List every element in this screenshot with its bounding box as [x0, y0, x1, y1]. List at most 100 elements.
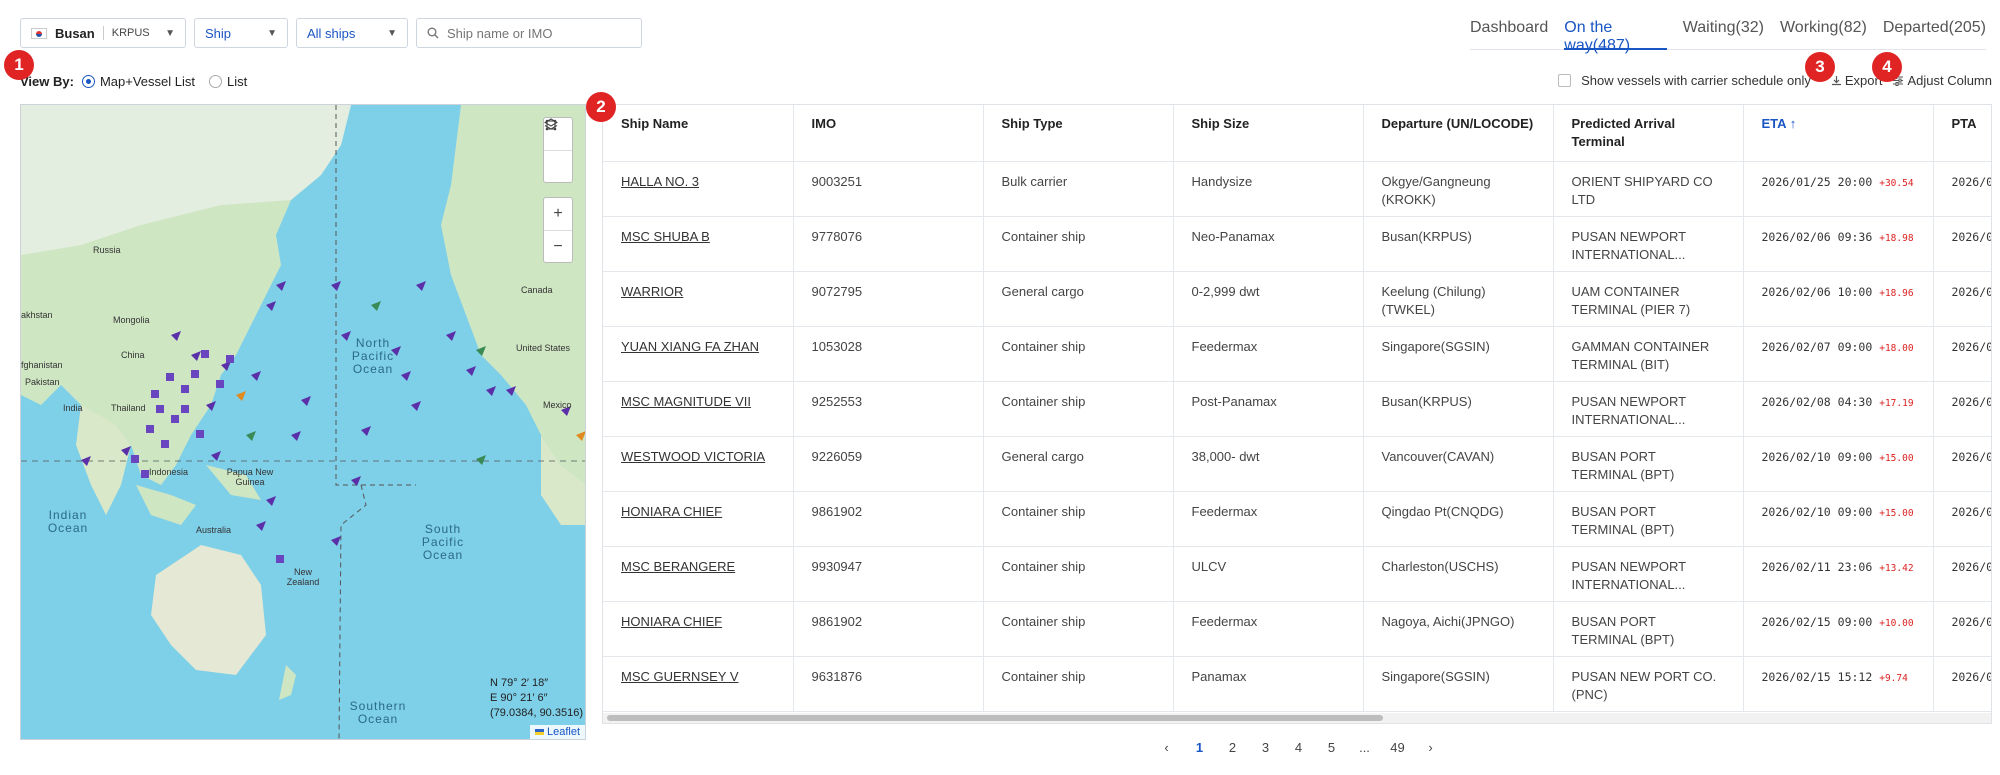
col-ship-size[interactable]: Ship Size	[1173, 105, 1364, 162]
area-select-button[interactable]	[544, 119, 572, 182]
col-departure[interactable]: Departure (UN/LOCODE)	[1363, 105, 1554, 162]
next-page-button[interactable]: ›	[1414, 740, 1447, 755]
map-label-papua-new-guinea: Papua New Guinea	[226, 467, 274, 487]
search-input[interactable]	[447, 25, 627, 41]
imo-cell: 9861902	[793, 601, 984, 657]
departure-cell: Singapore(SGSIN)	[1363, 656, 1554, 712]
ship-size-cell: Feedermax	[1173, 601, 1364, 657]
map-attribution[interactable]: Leaflet	[529, 725, 585, 739]
vessel-map[interactable]: Russia akhstan Mongolia China fghanistan…	[20, 104, 586, 740]
imo-cell: 9778076	[793, 216, 984, 272]
chevron-down-icon: ▼	[387, 27, 397, 39]
table-row[interactable]: WARRIOR 9072795 General cargo 0-2,999 dw…	[603, 271, 1991, 327]
table-row[interactable]: HONIARA CHIEF 9861902 Container ship Fee…	[603, 601, 1991, 657]
col-pta[interactable]: PTA	[1933, 105, 1991, 162]
leaflet-link[interactable]: Leaflet	[547, 726, 580, 738]
eta-value: 2026/02/07 09:00	[1761, 339, 1873, 354]
eta-cell: 2026/02/15 15:12 +9.74	[1743, 656, 1934, 712]
zoom-in-button[interactable]: +	[544, 198, 572, 230]
port-divider	[102, 26, 104, 40]
table-row[interactable]: MSC GUERNSEY V 9631876 Container ship Pa…	[603, 656, 1991, 712]
terminal-cell: PUSAN NEWPORT INTERNATIONAL...	[1553, 381, 1744, 437]
map-coordinate-readout: N 79° 2′ 18″ E 90° 21′ 6″ (79.0384, 90.3…	[490, 676, 583, 721]
tab-on-the-way[interactable]: On the way(487)	[1564, 16, 1668, 54]
table-row[interactable]: WESTWOOD VICTORIA 9226059 General cargo …	[603, 436, 1991, 492]
ship-size-cell: Handysize	[1173, 161, 1364, 217]
carrier-schedule-toggle[interactable]: Show vessels with carrier schedule only	[1558, 73, 1811, 88]
coord-longitude: E 90° 21′ 6″	[490, 692, 548, 704]
view-option-map-list[interactable]: Map+Vessel List	[81, 74, 195, 89]
col-arrival-terminal[interactable]: Predicted Arrival Terminal	[1553, 105, 1744, 162]
table-row[interactable]: MSC BERANGERE 9930947 Container ship ULC…	[603, 546, 1991, 602]
horizontal-scrollbar[interactable]	[603, 713, 1991, 723]
scrollbar-thumb[interactable]	[607, 715, 1383, 721]
ship-name-link[interactable]: MSC GUERNSEY V	[603, 656, 794, 712]
eta-cell: 2026/02/08 04:30 +17.19	[1743, 381, 1934, 437]
page-2[interactable]: 2	[1216, 740, 1249, 755]
tab-departed[interactable]: Departed(205)	[1883, 16, 1986, 49]
delay-value: +18.98	[1879, 232, 1914, 244]
new-zealand-landmass	[279, 665, 296, 700]
ship-name-link[interactable]: HALLA NO. 3	[603, 161, 794, 217]
eta-cell: 2026/02/06 10:00 +18.96	[1743, 271, 1934, 327]
terminal-cell: PUSAN NEWPORT INTERNATIONAL...	[1553, 546, 1744, 602]
map-label-thailand: Thailand	[111, 403, 146, 413]
ship-name-link[interactable]: YUAN XIANG FA ZHAN	[603, 326, 794, 382]
view-option-list[interactable]: List	[208, 74, 247, 89]
table-row[interactable]: MSC MAGNITUDE VII 9252553 Container ship…	[603, 381, 1991, 437]
zoom-out-button[interactable]: −	[544, 230, 572, 262]
dateline	[335, 105, 416, 486]
delay-value: +17.19	[1879, 397, 1914, 409]
page-4[interactable]: 4	[1282, 740, 1315, 755]
terminal-cell: BUSAN PORT TERMINAL (BPT)	[1553, 491, 1744, 547]
table-row[interactable]: YUAN XIANG FA ZHAN 1053028 Container shi…	[603, 326, 1991, 382]
ship-name-link[interactable]: HONIARA CHIEF	[603, 601, 794, 657]
map-label-mongolia: Mongolia	[113, 315, 150, 325]
ship-name-link[interactable]: MSC SHUBA B	[603, 216, 794, 272]
annotation-badge-1: 1	[4, 50, 34, 80]
eta-value: 2026/02/15 09:00	[1761, 614, 1873, 629]
map-label-india: India	[63, 403, 83, 413]
page-5[interactable]: 5	[1315, 740, 1348, 755]
prev-page-button[interactable]: ‹	[1150, 740, 1183, 755]
ocean-label-north-pacific: North Pacific Ocean	[351, 336, 395, 376]
ship-name-link[interactable]: MSC BERANGERE	[603, 546, 794, 602]
col-ship-type[interactable]: Ship Type	[983, 105, 1174, 162]
ship-name-link[interactable]: WESTWOOD VICTORIA	[603, 436, 794, 492]
ship-scope-select[interactable]: All ships ▼	[296, 18, 408, 48]
page-49[interactable]: 49	[1381, 740, 1414, 755]
ship-name-link[interactable]: HONIARA CHIEF	[603, 491, 794, 547]
table-controls: Show vessels with carrier schedule only …	[1558, 73, 1992, 88]
chevron-down-icon: ▼	[267, 27, 277, 39]
radio-selected-icon[interactable]	[81, 75, 95, 88]
page-3[interactable]: 3	[1249, 740, 1282, 755]
delay-value: +18.96	[1879, 287, 1914, 299]
col-imo[interactable]: IMO	[793, 105, 984, 162]
table-row[interactable]: HONIARA CHIEF 9861902 Container ship Fee…	[603, 491, 1991, 547]
map-label-united-states: United States	[516, 343, 571, 353]
col-eta[interactable]: ETA ↑	[1743, 105, 1934, 162]
tab-working[interactable]: Working(82)	[1780, 16, 1867, 49]
col-ship-name[interactable]: Ship Name	[603, 105, 794, 162]
port-select[interactable]: Busan KRPUS ▼	[20, 18, 186, 48]
tab-waiting[interactable]: Waiting(32)	[1683, 16, 1764, 49]
radio-unselected-icon[interactable]	[208, 75, 222, 88]
table-header-row: Ship Name IMO Ship Type Ship Size Depart…	[603, 105, 1991, 162]
map-label-new-zealand: New Zealand	[286, 567, 320, 587]
crop-icon	[545, 119, 557, 131]
pta-cell: 2026/0	[1933, 326, 1991, 382]
table-row[interactable]: MSC SHUBA B 9778076 Container ship Neo-P…	[603, 216, 1991, 272]
pta-cell: 2026/0	[1933, 161, 1991, 217]
checkbox[interactable]	[1558, 74, 1572, 87]
pta-cell: 2026/0	[1933, 546, 1991, 602]
page-1[interactable]: 1	[1183, 740, 1216, 755]
indonesia-landmass	[136, 485, 196, 525]
ship-name-link[interactable]: WARRIOR	[603, 271, 794, 327]
adjust-column-button[interactable]: Adjust Column	[1892, 73, 1992, 88]
imo-cell: 1053028	[793, 326, 984, 382]
ship-type-select[interactable]: Ship ▼	[194, 18, 288, 48]
tab-dashboard[interactable]: Dashboard	[1470, 16, 1548, 49]
filter-bar: Busan KRPUS ▼ Ship ▼ All ships ▼	[20, 18, 642, 50]
table-row[interactable]: HALLA NO. 3 9003251 Bulk carrier Handysi…	[603, 161, 1991, 217]
ship-name-link[interactable]: MSC MAGNITUDE VII	[603, 381, 794, 437]
